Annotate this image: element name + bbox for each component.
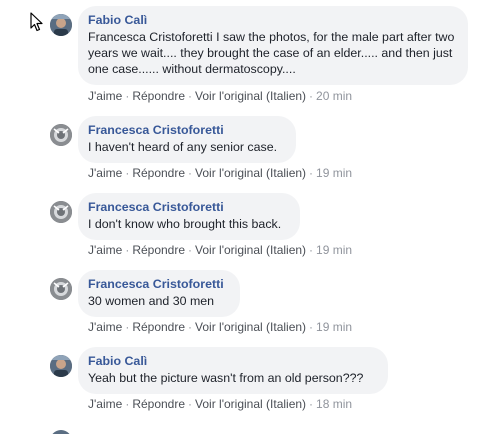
comment-author[interactable]: Fabio Calì	[88, 354, 378, 369]
francesca-avatar-icon	[50, 124, 72, 146]
reply-link[interactable]: Répondre	[132, 89, 185, 103]
comment-author[interactable]: Fabio Calì	[88, 13, 458, 28]
separator: ·	[188, 397, 193, 411]
separator: ·	[188, 320, 193, 334]
comment-thread: Fabio Calì Francesca Cristoforetti I saw…	[0, 0, 504, 434]
separator: ·	[309, 89, 314, 103]
separator: ·	[125, 89, 130, 103]
comment-bubble: Fabio Calì Francesca Cristoforetti I saw…	[78, 6, 468, 85]
like-link[interactable]: J'aime	[88, 166, 122, 180]
comment-actions: J'aime · Répondre · Voir l'original (Italien…	[88, 166, 352, 180]
reply-link[interactable]: Répondre	[132, 397, 185, 411]
francesca-avatar-icon	[50, 201, 72, 223]
avatar[interactable]	[50, 14, 72, 36]
separator: ·	[188, 243, 193, 257]
avatar[interactable]	[50, 201, 72, 223]
reply-link[interactable]: Répondre	[132, 320, 185, 334]
timestamp[interactable]: 19 min	[316, 243, 352, 257]
reply-link[interactable]: Répondre	[132, 243, 185, 257]
comment-text: I haven't heard of any senior case.	[88, 140, 278, 154]
like-link[interactable]: J'aime	[88, 397, 122, 411]
separator: ·	[309, 243, 314, 257]
comment-text: I don't know who brought this back.	[88, 217, 282, 231]
comment-actions: J'aime · Répondre · Voir l'original (Italien…	[88, 397, 352, 411]
comment-bubble: Francesca Cristoforetti I don't know who…	[78, 193, 300, 240]
fabio-avatar-icon	[50, 14, 72, 36]
avatar[interactable]	[50, 124, 72, 146]
see-original-link[interactable]: Voir l'original (Italien)	[195, 243, 306, 257]
separator: ·	[188, 89, 193, 103]
comment-text: Francesca Cristoforetti I saw the photos…	[88, 30, 455, 76]
like-link[interactable]: J'aime	[88, 243, 122, 257]
comment-actions: J'aime · Répondre · Voir l'original (Italien…	[88, 89, 352, 103]
comment-bubble: Francesca Cristoforetti 30 women and 30 …	[78, 270, 240, 317]
timestamp[interactable]: 19 min	[316, 320, 352, 334]
separator: ·	[188, 166, 193, 180]
fabio-avatar-icon	[50, 355, 72, 377]
see-original-link[interactable]: Voir l'original (Italien)	[195, 89, 306, 103]
comment-actions: J'aime · Répondre · Voir l'original (Italien…	[88, 243, 352, 257]
see-original-link[interactable]: Voir l'original (Italien)	[195, 166, 306, 180]
comment-author[interactable]: Francesca Cristoforetti	[88, 200, 290, 215]
comment-author[interactable]: Francesca Cristoforetti	[88, 123, 286, 138]
like-link[interactable]: J'aime	[88, 320, 122, 334]
separator: ·	[125, 320, 130, 334]
francesca-avatar-icon	[50, 278, 72, 300]
comment-bubble: Fabio Calì Yeah but the picture wasn't f…	[78, 347, 388, 394]
comment-text: Yeah but the picture wasn't from an old …	[88, 371, 364, 385]
mouse-cursor-icon	[30, 12, 43, 32]
separator: ·	[309, 166, 314, 180]
timestamp[interactable]: 18 min	[316, 397, 352, 411]
separator: ·	[125, 397, 130, 411]
separator: ·	[125, 166, 130, 180]
comment-author[interactable]: Francesca Cristoforetti	[88, 277, 230, 292]
see-original-link[interactable]: Voir l'original (Italien)	[195, 397, 306, 411]
reply-link[interactable]: Répondre	[132, 166, 185, 180]
comment-actions: J'aime · Répondre · Voir l'original (Italien…	[88, 320, 352, 334]
see-original-link[interactable]: Voir l'original (Italien)	[195, 320, 306, 334]
separator: ·	[125, 243, 130, 257]
avatar[interactable]	[50, 355, 72, 377]
timestamp[interactable]: 20 min	[316, 89, 352, 103]
comment-bubble: Francesca Cristoforetti I haven't heard …	[78, 116, 296, 163]
timestamp[interactable]: 19 min	[316, 166, 352, 180]
next-comment-avatar	[50, 430, 72, 434]
like-link[interactable]: J'aime	[88, 89, 122, 103]
separator: ·	[309, 320, 314, 334]
comment-text: 30 women and 30 men	[88, 294, 215, 308]
avatar[interactable]	[50, 278, 72, 300]
separator: ·	[309, 397, 314, 411]
